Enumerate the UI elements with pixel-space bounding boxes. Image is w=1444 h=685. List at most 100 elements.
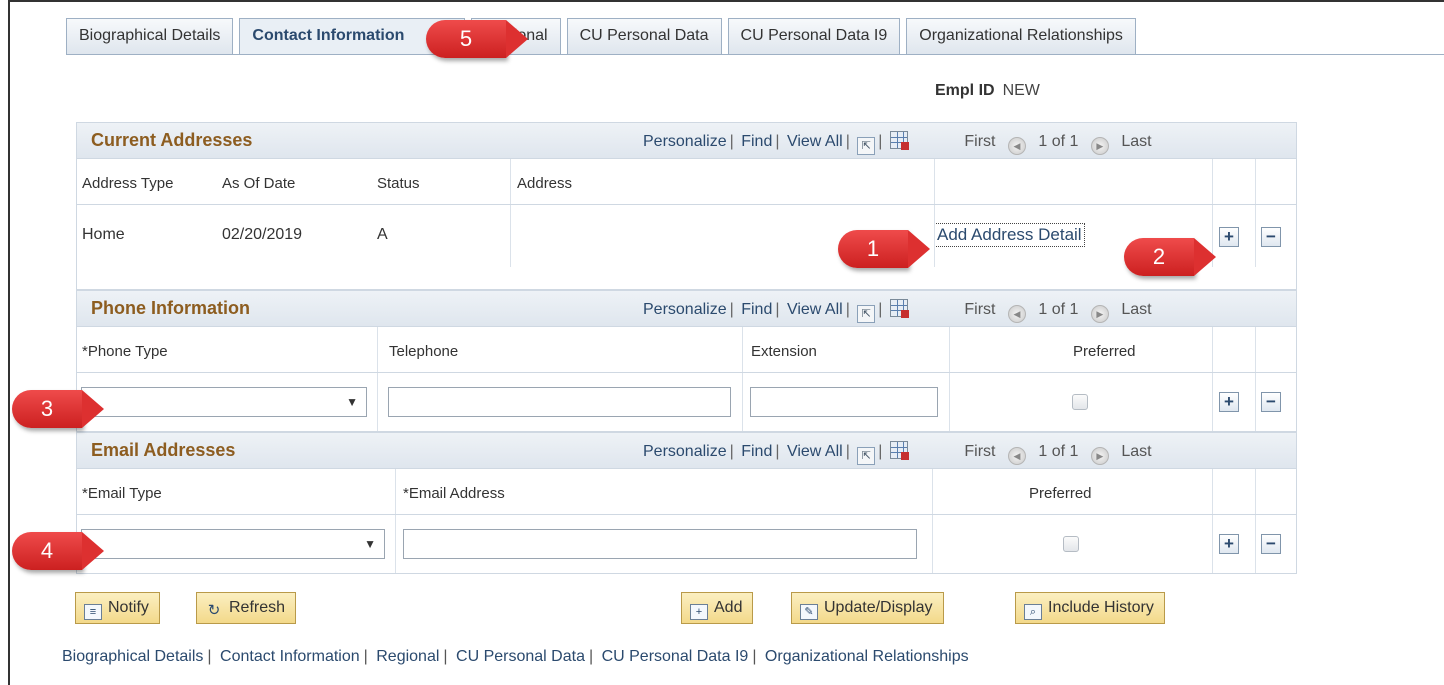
- preferred-checkbox[interactable]: [1072, 394, 1088, 410]
- col-address-type: Address Type: [82, 175, 174, 192]
- add-row-button[interactable]: +: [1219, 534, 1239, 554]
- grid-navigation: Personalize | Find | View All | ⇱ | First ◀ …: [643, 299, 1152, 323]
- personalize-link[interactable]: Personalize: [643, 443, 727, 460]
- empl-id-value: NEW: [1002, 82, 1040, 99]
- column-header-row: Address Type As Of Date Status Address: [77, 159, 1296, 205]
- footer-link-cu-personal-data[interactable]: CU Personal Data: [456, 648, 585, 665]
- refresh-button[interactable]: ↻ Refresh: [196, 592, 297, 624]
- download-grid-icon[interactable]: [889, 299, 909, 318]
- status-cell: A: [377, 226, 388, 243]
- download-grid-icon[interactable]: [889, 131, 909, 150]
- col-phone-type: *Phone Type: [82, 343, 168, 360]
- phone-type-select[interactable]: ▼: [81, 387, 367, 417]
- download-grid-icon[interactable]: [889, 441, 909, 460]
- row-count: 1 of 1: [1038, 133, 1079, 150]
- zoom-icon[interactable]: ⇱: [857, 305, 876, 323]
- view-all-link[interactable]: View All: [787, 133, 843, 150]
- col-preferred: Preferred: [1073, 343, 1136, 360]
- grid-header: Email Addresses Personalize | Find | View …: [77, 433, 1296, 469]
- include-history-button[interactable]: ⌕ Include History: [1015, 592, 1165, 624]
- grid-title: Email Addresses: [91, 440, 236, 460]
- col-telephone: Telephone: [389, 343, 459, 360]
- empl-id-label: Empl ID: [935, 82, 995, 99]
- email-addresses-grid: Email Addresses Personalize | Find | View …: [76, 432, 1297, 574]
- tab-biographical-details[interactable]: Biographical Details: [66, 18, 234, 54]
- callout-1: 1: [838, 230, 930, 268]
- personalize-link[interactable]: Personalize: [643, 301, 727, 318]
- next-arrow-icon[interactable]: ▶: [1090, 137, 1109, 155]
- telephone-input[interactable]: [388, 387, 731, 417]
- email-address-input[interactable]: [403, 529, 917, 559]
- tab-cu-personal-data[interactable]: CU Personal Data: [566, 18, 722, 54]
- add-icon: +: [690, 604, 708, 620]
- footer-link-contact-information[interactable]: Contact Information: [220, 648, 360, 665]
- previous-arrow-icon[interactable]: ◀: [1007, 137, 1026, 155]
- table-row: Home 02/20/2019 A Add Address Detail + −: [77, 205, 1296, 267]
- grid-navigation: Personalize | Find | View All | ⇱ | First ◀ …: [643, 441, 1152, 465]
- previous-arrow-icon[interactable]: ◀: [1007, 305, 1026, 323]
- view-all-link[interactable]: View All: [787, 443, 843, 460]
- col-address: Address: [517, 175, 573, 192]
- col-email-type: *Email Type: [82, 485, 162, 502]
- delete-row-button[interactable]: −: [1261, 534, 1281, 554]
- footer-link-regional[interactable]: Regional: [376, 648, 439, 665]
- next-arrow-icon[interactable]: ▶: [1090, 447, 1109, 465]
- footer-link-cu-personal-data-i9[interactable]: CU Personal Data I9: [602, 648, 749, 665]
- tab-underline: [66, 54, 1444, 55]
- tab-cu-personal-data-i9[interactable]: CU Personal Data I9: [727, 18, 901, 54]
- footer-link-biographical-details[interactable]: Biographical Details: [62, 648, 203, 665]
- col-preferred: Preferred: [1029, 485, 1092, 502]
- callout-4: 4: [12, 532, 104, 570]
- table-row: ▼ + −: [77, 373, 1296, 431]
- extension-input[interactable]: [750, 387, 938, 417]
- email-type-select[interactable]: ▼: [81, 529, 385, 559]
- callout-2: 2: [1124, 238, 1216, 276]
- grid-header: Current Addresses Personalize | Find | Vie…: [77, 123, 1296, 159]
- footer-link-organizational-relationships[interactable]: Organizational Relationships: [765, 648, 969, 665]
- dropdown-caret-icon: ▼: [364, 537, 376, 551]
- add-row-button[interactable]: +: [1219, 227, 1239, 247]
- find-link[interactable]: Find: [741, 443, 772, 460]
- col-extension: Extension: [751, 343, 817, 360]
- col-as-of-date: As Of Date: [222, 175, 296, 192]
- view-all-link[interactable]: View All: [787, 301, 843, 318]
- add-button[interactable]: + Add: [681, 592, 754, 624]
- next-arrow-icon[interactable]: ▶: [1090, 305, 1109, 323]
- update-display-icon: ✎: [800, 604, 818, 620]
- personalize-link[interactable]: Personalize: [643, 133, 727, 150]
- empl-id: Empl ID NEW: [935, 82, 1040, 100]
- notify-button[interactable]: ≡ Notify: [75, 592, 160, 624]
- delete-row-button[interactable]: −: [1261, 392, 1281, 412]
- tab-bar: Biographical Details Contact Information…: [66, 18, 1142, 54]
- include-history-icon: ⌕: [1024, 604, 1042, 620]
- tab-organizational-relationships[interactable]: Organizational Relationships: [906, 18, 1136, 54]
- find-link[interactable]: Find: [741, 301, 772, 318]
- update-display-button[interactable]: ✎ Update/Display: [791, 592, 944, 624]
- phone-information-grid: Phone Information Personalize | Find | Vie…: [76, 290, 1297, 432]
- notify-icon: ≡: [84, 604, 102, 620]
- as-of-date-cell: 02/20/2019: [222, 226, 303, 243]
- last-label: Last: [1121, 133, 1152, 150]
- grid-navigation: Personalize | Find | View All | ⇱ | First ◀ …: [643, 131, 1152, 155]
- grid-title: Phone Information: [91, 298, 250, 318]
- row-count: 1 of 1: [1038, 443, 1079, 460]
- column-header-row: *Email Type *Email Address Preferred: [77, 469, 1296, 515]
- zoom-icon[interactable]: ⇱: [857, 447, 876, 465]
- zoom-icon[interactable]: ⇱: [857, 137, 876, 155]
- preferred-checkbox[interactable]: [1063, 536, 1079, 552]
- row-count: 1 of 1: [1038, 301, 1079, 318]
- first-label: First: [964, 133, 996, 150]
- add-address-detail-link[interactable]: Add Address Detail: [934, 223, 1085, 247]
- previous-arrow-icon[interactable]: ◀: [1007, 447, 1026, 465]
- delete-row-button[interactable]: −: [1261, 227, 1281, 247]
- callout-3: 3: [12, 390, 104, 428]
- add-row-button[interactable]: +: [1219, 392, 1239, 412]
- grid-title: Current Addresses: [91, 130, 253, 150]
- first-label: First: [964, 301, 996, 318]
- col-status: Status: [377, 175, 420, 192]
- column-header-row: *Phone Type Telephone Extension Preferre…: [77, 327, 1296, 373]
- find-link[interactable]: Find: [741, 133, 772, 150]
- table-row: ▼ + −: [77, 515, 1296, 573]
- address-type-cell: Home: [82, 226, 125, 243]
- footer-links: Biographical Details | Contact Informatio…: [62, 648, 969, 665]
